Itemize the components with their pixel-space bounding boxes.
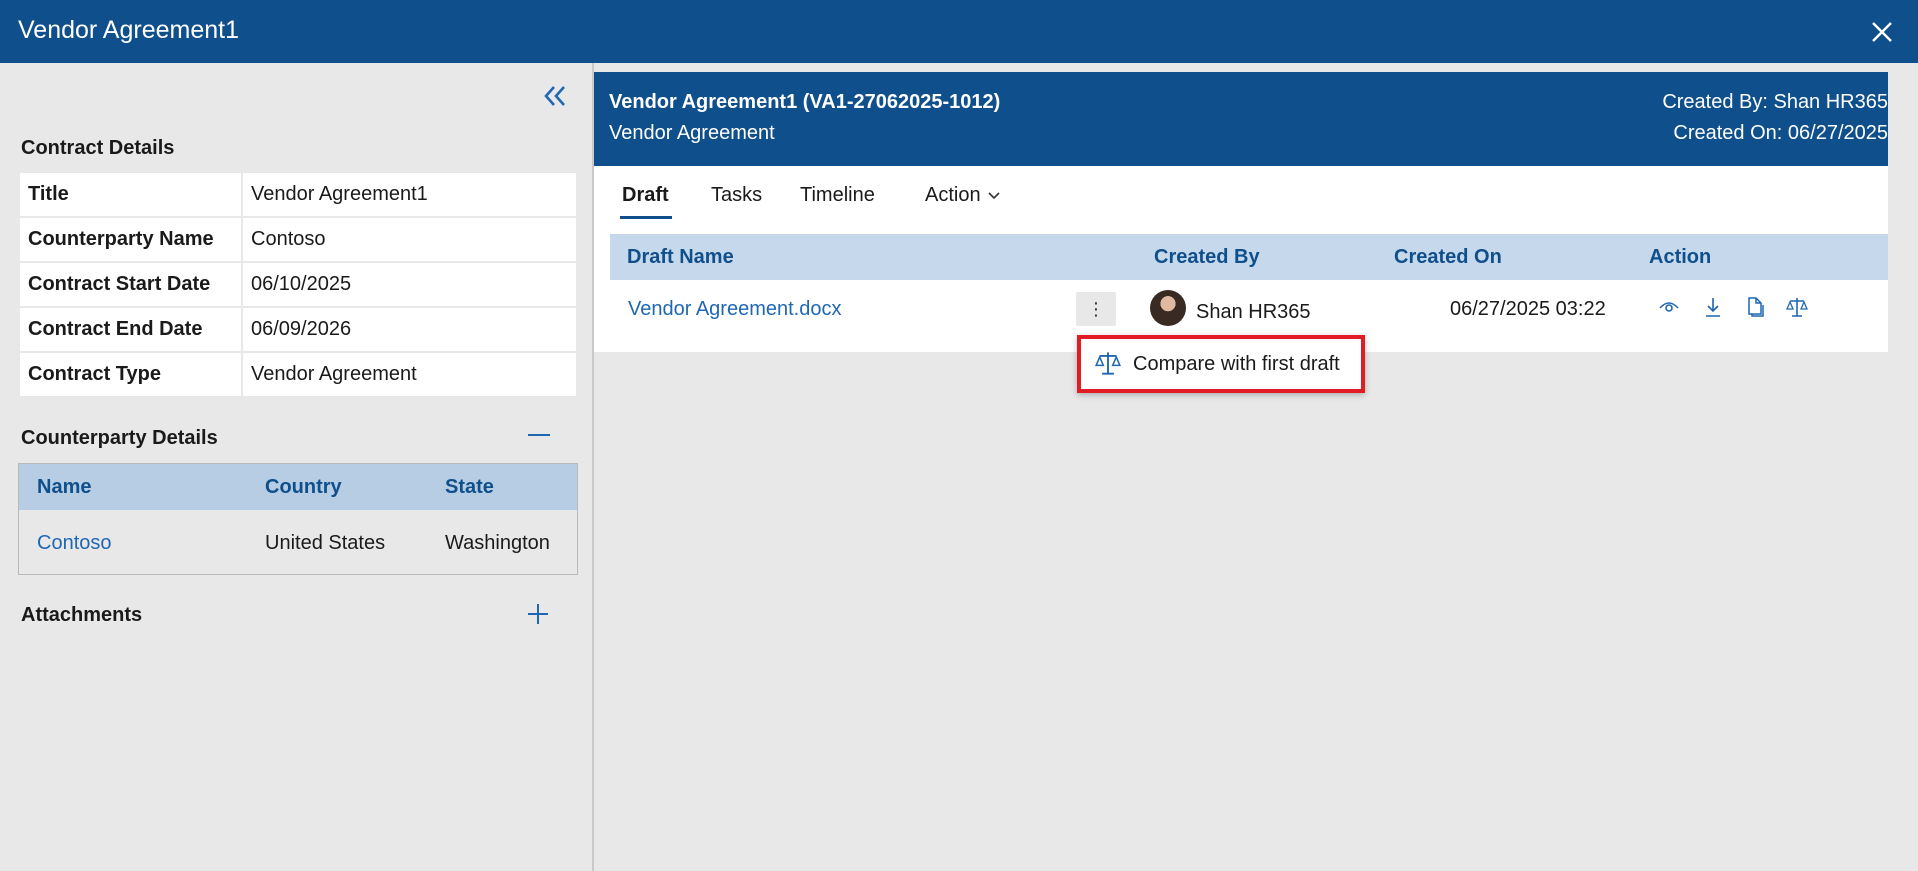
tab-tasks[interactable]: Tasks	[711, 184, 762, 207]
counterparty-table-header: Name Country State	[19, 464, 577, 510]
collapse-double-chevron-icon[interactable]	[540, 83, 570, 109]
draft-created-on: 06/27/2025 03:22	[1450, 298, 1606, 320]
contract-header: Vendor Agreement1 (VA1-27062025-1012) Ve…	[594, 72, 1888, 166]
detail-value: Vendor Agreement	[241, 351, 578, 398]
attachments-heading: Attachments	[21, 604, 143, 626]
column-header-name: Name	[37, 476, 92, 498]
created-by-info: Created By: Shan HR365	[1662, 91, 1888, 113]
created-on-info: Created On: 06/27/2025	[1673, 122, 1888, 144]
detail-value: 06/10/2025	[241, 261, 578, 308]
detail-label: Counterparty Name	[18, 216, 243, 263]
draft-name-link[interactable]: Vendor Agreement.docx	[628, 298, 841, 321]
column-header-draft-name: Draft Name	[627, 246, 734, 268]
counterparty-table: Name Country State Contoso United States…	[18, 463, 578, 575]
column-header-action: Action	[1649, 246, 1712, 268]
scale-icon[interactable]	[1786, 296, 1808, 318]
table-row: Contract Type Vendor Agreement	[18, 351, 578, 398]
contract-details-table: Title Vendor Agreement1 Counterparty Nam…	[18, 171, 578, 398]
draft-created-by: Shan HR365	[1196, 301, 1311, 323]
add-attachment-plus-icon[interactable]	[527, 603, 549, 625]
compare-menu-label: Compare with first draft	[1133, 353, 1340, 375]
download-icon[interactable]	[1702, 296, 1724, 318]
detail-label: Contract End Date	[18, 306, 243, 353]
detail-value: Contoso	[241, 216, 578, 263]
avatar	[1150, 290, 1186, 326]
window-title: Vendor Agreement1	[18, 16, 239, 44]
tab-timeline[interactable]: Timeline	[800, 184, 875, 207]
contract-details-heading: Contract Details	[21, 137, 175, 159]
title-bar: Vendor Agreement1	[0, 0, 1918, 63]
counterparty-name-link[interactable]: Contoso	[37, 532, 112, 555]
tab-action[interactable]: Action	[925, 184, 1001, 207]
compare-with-first-draft-menu-item[interactable]: Compare with first draft	[1077, 335, 1365, 393]
column-header-state: State	[445, 476, 494, 498]
draft-grid-header: Draft Name Created By Created On Action	[610, 234, 1888, 280]
copy-icon[interactable]	[1744, 296, 1766, 318]
draft-panel: Draft Tasks Timeline Action Draft Name C…	[594, 166, 1888, 352]
detail-label: Title	[18, 171, 243, 218]
counterparty-state: Washington	[445, 532, 550, 554]
active-tab-indicator	[620, 216, 672, 219]
contract-subtitle: Vendor Agreement	[609, 122, 775, 144]
table-row: Counterparty Name Contoso	[18, 216, 578, 263]
counterparty-country: United States	[265, 532, 386, 554]
table-row: Contract Start Date 06/10/2025	[18, 261, 578, 308]
tab-draft[interactable]: Draft	[622, 184, 669, 207]
column-header-country: Country	[265, 476, 342, 498]
left-panel: Contract Details Title Vendor Agreement1…	[0, 63, 592, 871]
table-row: Contoso United States Washington	[19, 510, 577, 574]
column-header-created-by: Created By	[1154, 246, 1260, 268]
table-row: Title Vendor Agreement1	[18, 171, 578, 218]
scale-icon	[1095, 352, 1121, 375]
column-header-created-on: Created On	[1394, 246, 1502, 268]
tab-action-label: Action	[925, 184, 981, 206]
close-icon[interactable]	[1868, 18, 1896, 46]
detail-label: Contract Start Date	[18, 261, 243, 308]
detail-label: Contract Type	[18, 351, 243, 398]
table-row: Contract End Date 06/09/2026	[18, 306, 578, 353]
more-options-button[interactable]: ⋮	[1076, 292, 1116, 326]
detail-value: 06/09/2026	[241, 306, 578, 353]
contract-title: Vendor Agreement1 (VA1-27062025-1012)	[609, 91, 1001, 113]
eye-icon[interactable]	[1658, 296, 1680, 318]
detail-value: Vendor Agreement1	[241, 171, 578, 218]
counterparty-details-heading: Counterparty Details	[21, 427, 218, 449]
chevron-down-icon	[988, 192, 1000, 199]
collapse-minus-icon[interactable]	[528, 433, 550, 437]
